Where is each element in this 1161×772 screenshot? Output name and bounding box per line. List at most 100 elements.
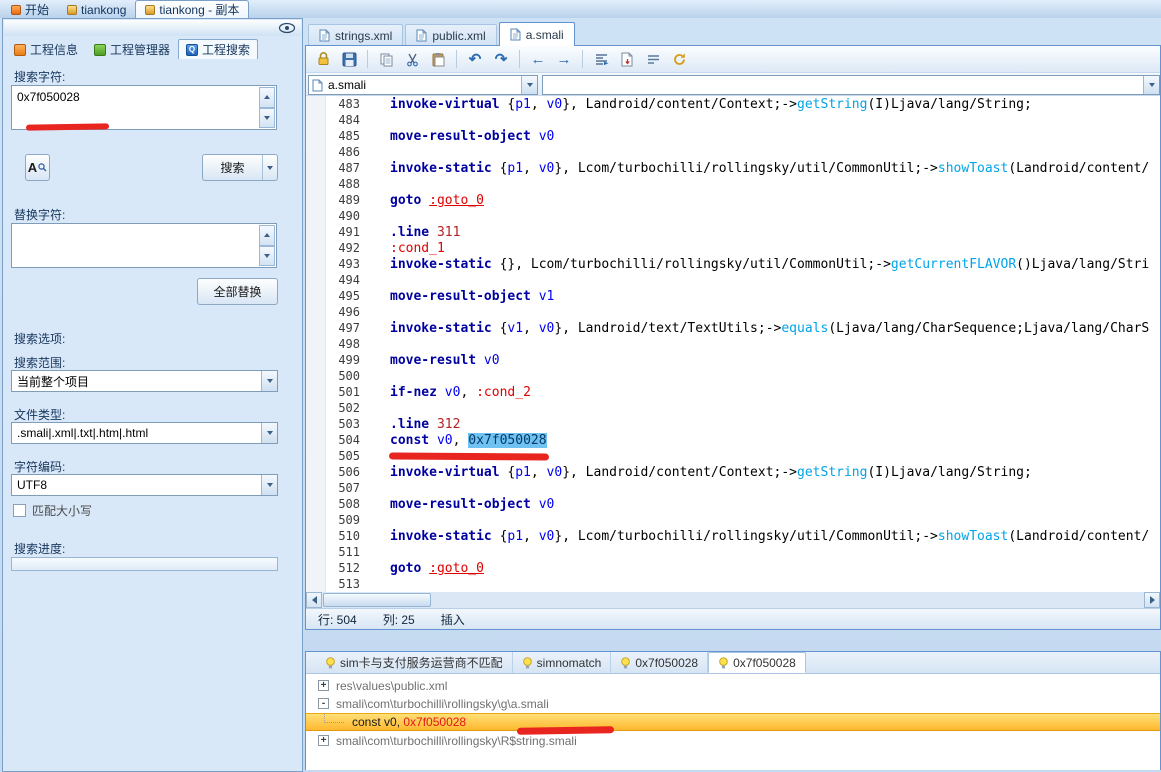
copy-button[interactable] xyxy=(375,48,397,70)
word-wrap-button[interactable] xyxy=(642,48,664,70)
save-button[interactable] xyxy=(338,48,360,70)
tree-row-match-result[interactable]: const v0, 0x7f050028 xyxy=(306,713,1160,731)
combo-arrow-button[interactable] xyxy=(261,475,277,495)
code-line[interactable]: 513 xyxy=(306,576,1160,592)
code-line[interactable]: 494 xyxy=(306,272,1160,288)
goto-line-button[interactable] xyxy=(590,48,612,70)
code-line[interactable]: 508 move-result-object v0 xyxy=(306,496,1160,512)
member-select[interactable] xyxy=(542,75,1160,95)
code-line[interactable]: 491 .line 311 xyxy=(306,224,1160,240)
code-line[interactable]: 487 invoke-static {p1, v0}, Lcom/turbochi… xyxy=(306,160,1160,176)
line-number: 513 xyxy=(338,577,360,591)
lock-button[interactable] xyxy=(312,48,334,70)
filetype-select[interactable]: .smali|.xml|.txt|.htm|.html xyxy=(11,422,278,444)
code-line[interactable]: 499 move-result v0 xyxy=(306,352,1160,368)
code-line[interactable]: 512 goto :goto_0 xyxy=(306,560,1160,576)
code-line[interactable]: 500 xyxy=(306,368,1160,384)
navigate-forward-button[interactable]: → xyxy=(553,48,575,70)
tab-public-xml[interactable]: public.xml xyxy=(405,24,497,46)
code-lines: 483 invoke-virtual {p1, v0}, Landroid/con… xyxy=(306,96,1160,592)
results-tab-1[interactable]: sim卡与支付服务运营商不匹配 xyxy=(316,652,513,673)
collapse-panel-button[interactable] xyxy=(276,21,298,34)
results-tab-label: 0x7f050028 xyxy=(635,655,699,670)
code-line[interactable]: 495 move-result-object v1 xyxy=(306,288,1160,304)
sidebar-tab-project-search[interactable]: Q 工程搜索 xyxy=(178,39,259,59)
expand-icon[interactable]: + xyxy=(318,735,329,746)
spin-up-button[interactable] xyxy=(259,87,275,108)
code-editor[interactable]: 483 invoke-virtual {p1, v0}, Landroid/con… xyxy=(306,96,1160,592)
horizontal-scrollbar[interactable] xyxy=(306,592,1160,608)
file-select[interactable]: a.smali xyxy=(308,75,538,95)
tab-strings-xml[interactable]: strings.xml xyxy=(308,24,404,46)
navigate-back-button[interactable]: ← xyxy=(527,48,549,70)
paste-button[interactable] xyxy=(427,48,449,70)
chevron-down-icon xyxy=(264,253,270,258)
code-line[interactable]: 507 xyxy=(306,480,1160,496)
search-options-dropdown[interactable] xyxy=(262,155,277,180)
scroll-right-button[interactable] xyxy=(1144,592,1160,608)
code-line[interactable]: 483 invoke-virtual {p1, v0}, Landroid/con… xyxy=(306,96,1160,112)
search-input[interactable]: 0x7f050028 xyxy=(11,85,277,130)
code-line[interactable]: 488 xyxy=(306,176,1160,192)
redo-button[interactable]: ↷ xyxy=(490,48,512,70)
code-line[interactable]: 493 invoke-static {}, Lcom/turbochilli/ro… xyxy=(306,256,1160,272)
code-line[interactable]: 502 xyxy=(306,400,1160,416)
tree-row-a-smali[interactable]: - smali\com\turbochilli\rollingsky\g\a.s… xyxy=(306,695,1160,713)
combo-arrow-button[interactable] xyxy=(521,76,537,94)
sidebar-tab-project-info[interactable]: 工程信息 xyxy=(6,39,86,59)
code-line[interactable]: 497 invoke-static {v1, v0}, Landroid/text… xyxy=(306,320,1160,336)
code-line[interactable]: 484 xyxy=(306,112,1160,128)
refresh-button[interactable] xyxy=(668,48,690,70)
scope-select[interactable]: 当前整个项目 xyxy=(11,370,278,392)
undo-button[interactable]: ↶ xyxy=(464,48,486,70)
cut-button[interactable] xyxy=(401,48,423,70)
encoding-select[interactable]: UTF8 xyxy=(11,474,278,496)
copy-icon xyxy=(380,53,392,66)
expand-icon[interactable]: + xyxy=(318,680,329,691)
spin-down-button[interactable] xyxy=(259,107,275,128)
sidebar-tab-label: 工程搜索 xyxy=(202,43,251,57)
spin-up-button[interactable] xyxy=(259,225,275,246)
code-line[interactable]: 492:cond_1 xyxy=(306,240,1160,256)
code-line[interactable]: 510 invoke-static {p1, v0}, Lcom/turbochi… xyxy=(306,528,1160,544)
tree-row-public-xml[interactable]: + res\values\public.xml xyxy=(306,677,1160,695)
tree-row-rstring-smali[interactable]: + smali\com\turbochilli\rollingsky\R$str… xyxy=(306,732,1160,750)
match-highlight-button[interactable]: A xyxy=(25,154,50,181)
combo-arrow-button[interactable] xyxy=(261,423,277,443)
spin-down-button[interactable] xyxy=(259,245,275,266)
code-line[interactable]: 490 xyxy=(306,208,1160,224)
results-tab-4[interactable]: 0x7f050028 xyxy=(708,652,806,673)
combo-arrow-button[interactable] xyxy=(1143,76,1159,94)
code-line[interactable]: 506 invoke-virtual {p1, v0}, Landroid/con… xyxy=(306,464,1160,480)
code-line[interactable]: 503 .line 312 xyxy=(306,416,1160,432)
code-line[interactable]: 496 xyxy=(306,304,1160,320)
sidebar-tab-project-manager[interactable]: 工程管理器 xyxy=(86,39,178,59)
window-tab-start[interactable]: 开始 xyxy=(2,1,58,18)
match-case-checkbox[interactable] xyxy=(13,504,26,517)
results-tab-3[interactable]: 0x7f050028 xyxy=(611,652,709,673)
export-button[interactable] xyxy=(616,48,638,70)
code-line[interactable]: 489 goto :goto_0 xyxy=(306,192,1160,208)
scrollbar-thumb[interactable] xyxy=(323,593,431,607)
line-number: 494 xyxy=(338,273,360,287)
line-number: 488 xyxy=(338,177,360,191)
window-tab-tiankong-copy[interactable]: tiankong - 副本 xyxy=(135,0,250,18)
search-button[interactable]: 搜索 xyxy=(202,154,278,181)
filetype-value: .smali|.xml|.txt|.htm|.html xyxy=(17,426,149,440)
code-line[interactable]: 511 xyxy=(306,544,1160,560)
tab-a-smali[interactable]: a.smali xyxy=(498,22,575,46)
code-line[interactable]: 485 move-result-object v0 xyxy=(306,128,1160,144)
replace-input[interactable] xyxy=(11,223,277,268)
replace-all-button[interactable]: 全部替换 xyxy=(197,278,278,305)
window-tab-tiankong[interactable]: tiankong xyxy=(58,1,135,18)
code-line[interactable]: 486 xyxy=(306,144,1160,160)
scroll-left-button[interactable] xyxy=(306,592,322,608)
results-tab-2[interactable]: simnomatch xyxy=(513,652,612,673)
combo-arrow-button[interactable] xyxy=(261,371,277,391)
code-line[interactable]: 509 xyxy=(306,512,1160,528)
code-line[interactable]: 504 const v0, 0x7f050028 xyxy=(306,432,1160,448)
search-label: 搜索字符: xyxy=(14,70,66,84)
code-line[interactable]: 501 if-nez v0, :cond_2 xyxy=(306,384,1160,400)
collapse-icon[interactable]: - xyxy=(318,698,329,709)
code-line[interactable]: 498 xyxy=(306,336,1160,352)
